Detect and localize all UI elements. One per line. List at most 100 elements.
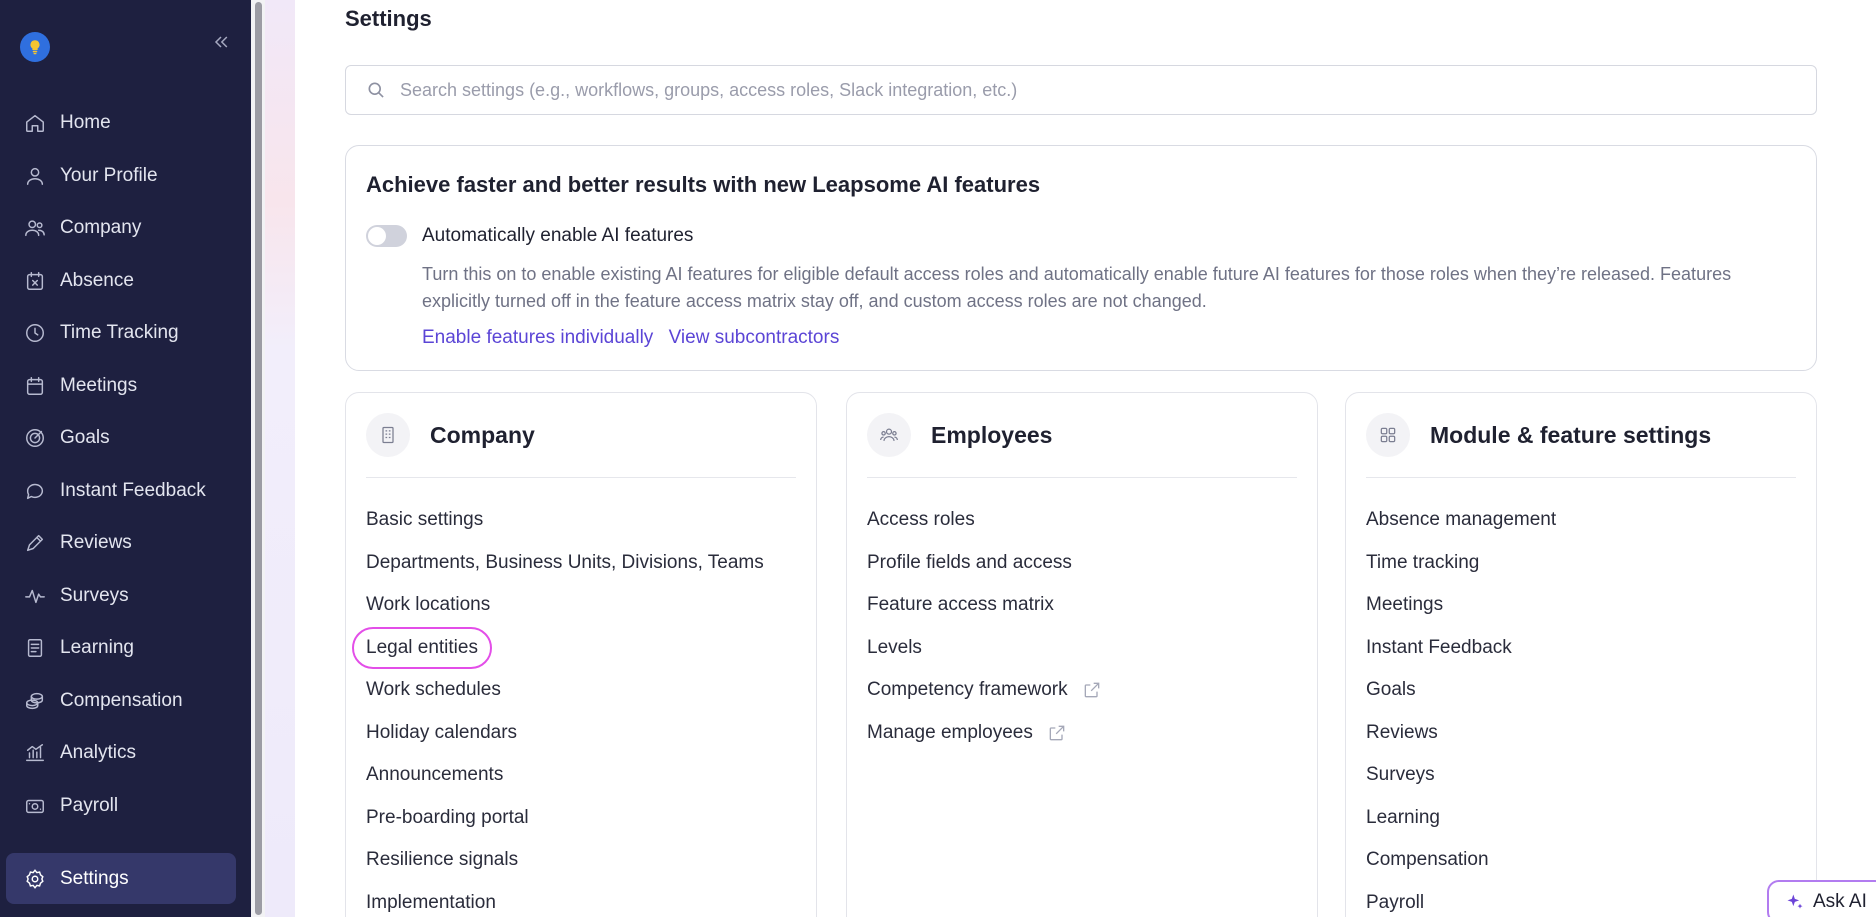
module-link-payroll[interactable]: Payroll: [1366, 882, 1556, 917]
company-link-departments[interactable]: Departments, Business Units, Divisions, …: [366, 542, 764, 585]
company-link-legal-entities-row: Legal entities: [352, 626, 764, 670]
ask-ai-label: Ask AI: [1813, 891, 1867, 912]
employees-link-access-roles[interactable]: Access roles: [867, 499, 1102, 542]
module-link-instant-feedback[interactable]: Instant Feedback: [1366, 627, 1556, 670]
sidebar-item-compensation[interactable]: Compensation: [0, 675, 251, 728]
sidebar-item-instant-feedback[interactable]: Instant Feedback: [0, 465, 251, 518]
competency-framework-label: Competency framework: [867, 679, 1068, 701]
employees-link-profile-fields[interactable]: Profile fields and access: [867, 542, 1102, 585]
search-box[interactable]: [345, 65, 1817, 115]
sidebar-item-label: Home: [60, 112, 111, 134]
company-card-icon-wrap: [366, 413, 410, 457]
divider: [867, 477, 1297, 478]
chat-bubble-icon: [26, 483, 44, 499]
sidebar-item-payroll[interactable]: Payroll: [0, 780, 251, 833]
module-settings-card: Module & feature settings Absence manage…: [1345, 392, 1817, 917]
company-link-basic-settings[interactable]: Basic settings: [366, 499, 764, 542]
module-link-meetings[interactable]: Meetings: [1366, 584, 1556, 627]
search-icon: [368, 82, 384, 98]
pulse-icon: [25, 589, 45, 603]
sidebar-item-goals[interactable]: Goals: [0, 412, 251, 465]
company-link-resilience-signals[interactable]: Resilience signals: [366, 839, 764, 882]
ai-features-card: Achieve faster and better results with n…: [345, 145, 1817, 371]
ai-card-title: Achieve faster and better results with n…: [366, 172, 1041, 197]
module-link-learning[interactable]: Learning: [1366, 797, 1556, 840]
company-link-work-locations[interactable]: Work locations: [366, 584, 764, 627]
module-card-icon-wrap: [1366, 413, 1410, 457]
enable-features-individually-link[interactable]: Enable features individually: [422, 327, 653, 348]
company-card-title: Company: [430, 421, 535, 448]
module-link-absence-management[interactable]: Absence management: [1366, 499, 1556, 542]
people-icon: [25, 220, 45, 237]
lightbulb-icon: [30, 40, 40, 55]
manage-employees-label: Manage employees: [867, 721, 1033, 743]
sidebar-nav: Home Your Profile Company Absence Time T…: [0, 97, 251, 832]
module-link-reviews[interactable]: Reviews: [1366, 712, 1556, 755]
building-icon: [382, 426, 394, 444]
home-icon: [26, 115, 44, 133]
module-link-surveys[interactable]: Surveys: [1366, 754, 1556, 797]
sparkle-icon: [1787, 894, 1803, 909]
employees-card-header: Employees: [867, 413, 1052, 457]
sidebar-item-reviews[interactable]: Reviews: [0, 517, 251, 570]
company-link-work-schedules[interactable]: Work schedules: [366, 669, 764, 712]
book-icon: [27, 639, 43, 658]
grid-icon: [1380, 427, 1396, 443]
ai-card-description: Turn this on to enable existing AI featu…: [422, 264, 1732, 311]
sidebar-item-label: Learning: [60, 637, 134, 659]
sidebar-item-label: Your Profile: [60, 164, 158, 186]
sidebar-item-surveys[interactable]: Surveys: [0, 570, 251, 623]
sidebar-item-meetings[interactable]: Meetings: [0, 360, 251, 413]
divider: [1366, 477, 1796, 478]
collapse-sidebar-icon[interactable]: [211, 32, 231, 52]
employees-link-manage-employees[interactable]: Manage employees: [867, 712, 1102, 755]
money-icon: [26, 799, 44, 813]
ask-ai-button[interactable]: Ask AI: [1767, 880, 1876, 917]
company-link-pre-boarding-portal[interactable]: Pre-boarding portal: [366, 797, 764, 840]
company-link-legal-entities[interactable]: Legal entities: [352, 626, 492, 669]
ai-toggle-label: Automatically enable AI features: [422, 225, 694, 246]
gear-icon: [26, 868, 44, 889]
view-subcontractors-link[interactable]: View subcontractors: [669, 327, 840, 348]
people-icon: [880, 428, 898, 441]
sidebar-item-label: Goals: [60, 427, 110, 449]
sidebar-item-label: Payroll: [60, 794, 119, 816]
sidebar-item-settings[interactable]: Settings: [6, 853, 236, 904]
search-input[interactable]: [400, 79, 1780, 101]
sidebar-item-absence[interactable]: Absence: [0, 255, 251, 308]
sidebar-item-company[interactable]: Company: [0, 202, 251, 255]
company-settings-card: Company Basic settings Departments, Busi…: [345, 392, 817, 917]
module-link-goals[interactable]: Goals: [1366, 669, 1556, 712]
external-link-icon: [1049, 725, 1065, 741]
company-link-implementation[interactable]: Implementation: [366, 882, 764, 917]
sidebar: Home Your Profile Company Absence Time T…: [0, 0, 251, 917]
sidebar-item-time-tracking[interactable]: Time Tracking: [0, 307, 251, 360]
company-settings-list: Basic settings Departments, Business Uni…: [352, 499, 764, 917]
sidebar-item-analytics[interactable]: Analytics: [0, 727, 251, 780]
sidebar-item-label: Reviews: [60, 532, 132, 554]
sidebar-item-label: Meetings: [60, 374, 138, 396]
toggle-knob: [368, 227, 386, 245]
sidebar-item-label: Settings: [60, 867, 129, 889]
module-link-compensation[interactable]: Compensation: [1366, 839, 1556, 882]
employees-link-competency-framework[interactable]: Competency framework: [867, 669, 1102, 712]
sidebar-item-label: Surveys: [60, 584, 129, 606]
sidebar-item-your-profile[interactable]: Your Profile: [0, 150, 251, 203]
company-link-holiday-calendars[interactable]: Holiday calendars: [366, 712, 764, 755]
sidebar-item-home[interactable]: Home: [0, 97, 251, 150]
ai-features-toggle[interactable]: [366, 225, 407, 247]
module-link-time-tracking[interactable]: Time tracking: [1366, 542, 1556, 585]
company-link-announcements[interactable]: Announcements: [366, 754, 764, 797]
leapsome-logo[interactable]: [20, 32, 50, 62]
page-title: Settings: [345, 6, 432, 31]
employees-link-feature-access-matrix[interactable]: Feature access matrix: [867, 584, 1102, 627]
target-icon: [26, 429, 44, 448]
sidebar-item-learning[interactable]: Learning: [0, 622, 251, 675]
sidebar-item-label: Time Tracking: [60, 322, 179, 344]
company-card-header: Company: [366, 413, 535, 457]
employees-link-levels[interactable]: Levels: [867, 627, 1102, 670]
sidebar-item-label: Absence: [60, 269, 134, 291]
module-card-title: Module & feature settings: [1430, 421, 1712, 448]
employees-card-title: Employees: [931, 421, 1053, 448]
sidebar-scrollbar-thumb[interactable]: [255, 2, 262, 915]
